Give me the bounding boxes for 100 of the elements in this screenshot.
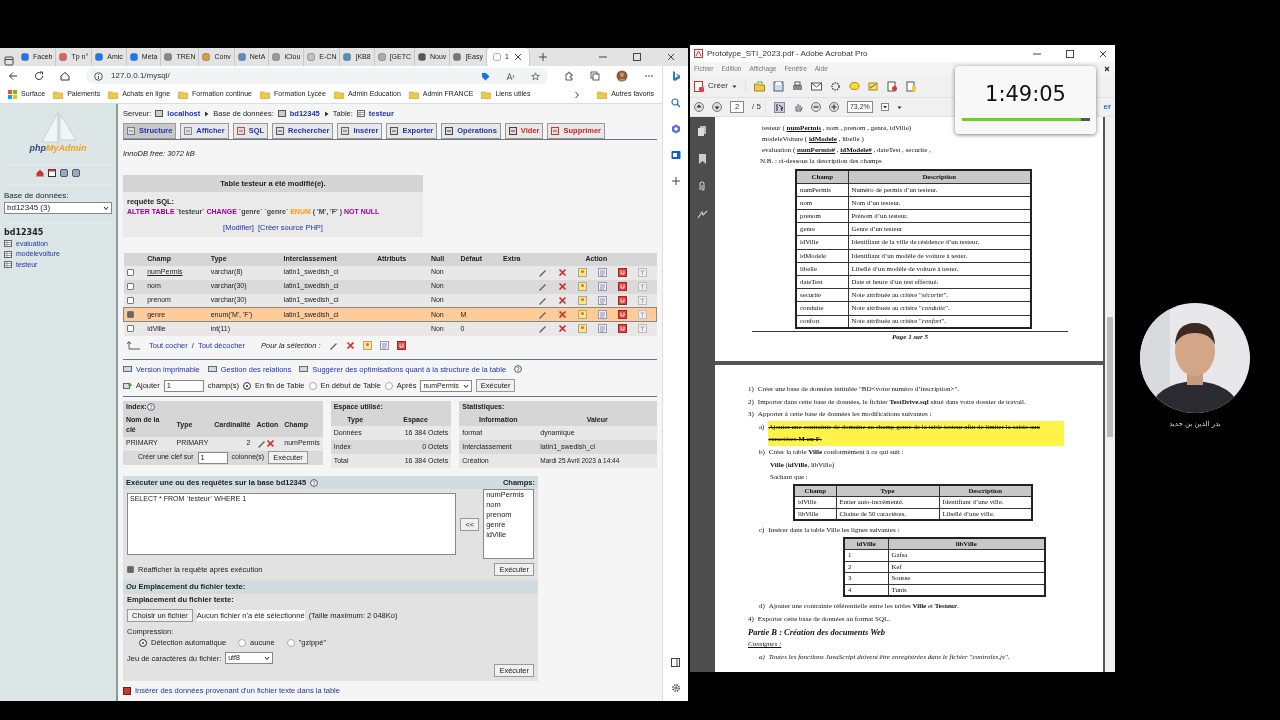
- radio-button[interactable]: [308, 381, 317, 390]
- add-column-icon[interactable]: [123, 381, 132, 390]
- radio-button[interactable]: [139, 638, 147, 647]
- page-up-icon[interactable]: [694, 102, 704, 112]
- zoom-in-icon[interactable]: [828, 102, 839, 112]
- index-icon[interactable]: [379, 340, 389, 350]
- table-icon[interactable]: [4, 240, 12, 248]
- key-icon[interactable]: [577, 281, 587, 291]
- paperclip-icon[interactable]: [697, 181, 708, 193]
- index-icon[interactable]: [597, 310, 607, 320]
- select-cursor-icon[interactable]: [773, 101, 785, 113]
- checkbox[interactable]: [126, 268, 134, 276]
- radio-button[interactable]: [243, 381, 252, 390]
- sign-button[interactable]: er: [1103, 101, 1111, 113]
- index-icon[interactable]: [597, 281, 607, 291]
- delete-icon[interactable]: [558, 281, 567, 291]
- home-icon[interactable]: [60, 71, 70, 81]
- save-icon[interactable]: [773, 80, 784, 92]
- new-tab-icon[interactable]: [537, 52, 548, 62]
- caret-icon[interactable]: [896, 104, 902, 110]
- unique-icon[interactable]: [617, 295, 627, 305]
- hand-icon[interactable]: [792, 102, 803, 112]
- pages-icon[interactable]: [697, 125, 708, 137]
- delete-icon[interactable]: [558, 310, 567, 320]
- home-icon[interactable]: [36, 168, 44, 177]
- close-icon[interactable]: [1103, 64, 1111, 73]
- checkbox[interactable]: [127, 311, 134, 319]
- comment-icon[interactable]: [849, 80, 860, 92]
- create-button[interactable]: Créer: [694, 80, 746, 92]
- database-name[interactable]: bd12345: [4, 221, 112, 239]
- hexagon-icon[interactable]: [670, 124, 681, 134]
- key-icon[interactable]: [362, 340, 372, 350]
- refresh-icon[interactable]: [34, 71, 44, 81]
- edit-icon[interactable]: [328, 340, 338, 350]
- unique-icon[interactable]: [617, 267, 627, 277]
- document-icon[interactable]: [906, 80, 917, 92]
- tag-icon[interactable]: [481, 71, 490, 81]
- close-icon[interactable]: [666, 52, 676, 62]
- table-icon[interactable]: [4, 250, 12, 258]
- gear-icon[interactable]: [830, 80, 841, 92]
- zoom-out-icon[interactable]: [810, 102, 821, 112]
- settings-icon[interactable]: [670, 682, 681, 693]
- bookmark-icon[interactable]: [697, 153, 708, 165]
- dropdown-icon[interactable]: [880, 103, 889, 111]
- delete-icon[interactable]: [558, 267, 567, 277]
- import-icon[interactable]: [123, 686, 131, 695]
- printer-icon[interactable]: [123, 365, 132, 374]
- table-icon[interactable]: [4, 261, 12, 269]
- delete-icon[interactable]: [265, 438, 275, 448]
- print-icon[interactable]: [792, 80, 803, 92]
- database-select[interactable]: bd12345 (3): [4, 201, 112, 214]
- scrollbar-thumb[interactable]: [1107, 317, 1113, 437]
- signature-icon[interactable]: [697, 209, 708, 221]
- star-icon[interactable]: [531, 71, 540, 81]
- plus-icon[interactable]: [670, 176, 681, 186]
- unique-icon[interactable]: [617, 324, 627, 334]
- radio-button[interactable]: [286, 638, 295, 647]
- collections-icon[interactable]: [590, 71, 600, 81]
- radio-button[interactable]: [238, 638, 247, 647]
- read-aloud-icon[interactable]: [506, 71, 515, 81]
- checkbox[interactable]: [126, 282, 134, 290]
- back-icon[interactable]: [8, 71, 18, 81]
- checkbox[interactable]: [126, 325, 134, 333]
- delete-icon[interactable]: [345, 340, 355, 350]
- pdf-icon[interactable]: [887, 80, 898, 92]
- sign-icon[interactable]: [868, 80, 879, 92]
- key-icon[interactable]: [577, 324, 587, 334]
- key-icon[interactable]: [577, 310, 587, 320]
- chart-icon[interactable]: [299, 365, 309, 374]
- chevron-icon[interactable]: [573, 90, 582, 99]
- index-icon[interactable]: [597, 267, 607, 277]
- unique-icon[interactable]: [617, 310, 627, 320]
- checkbox[interactable]: [126, 296, 134, 304]
- delete-icon[interactable]: [558, 324, 567, 334]
- avatar[interactable]: [616, 70, 628, 82]
- mail-icon[interactable]: [811, 80, 822, 92]
- relation-icon[interactable]: [207, 365, 217, 374]
- checkbox[interactable]: [127, 566, 134, 574]
- panel-icon[interactable]: [671, 657, 680, 667]
- unique-icon[interactable]: [396, 340, 406, 350]
- key-icon[interactable]: [577, 295, 587, 305]
- sql-icon[interactable]: [48, 168, 56, 177]
- index-icon[interactable]: [597, 324, 607, 334]
- close-icon[interactable]: [512, 52, 523, 62]
- maximize-icon[interactable]: [632, 52, 642, 62]
- radio-button[interactable]: [384, 381, 393, 390]
- unique-icon[interactable]: [617, 281, 627, 291]
- mail-icon[interactable]: [670, 150, 681, 160]
- tab-actions-icon[interactable]: [4, 56, 14, 66]
- close-icon[interactable]: [1098, 49, 1107, 58]
- delete-icon[interactable]: [558, 295, 567, 305]
- tab-icon: [390, 126, 399, 135]
- open-folder-icon[interactable]: [754, 80, 765, 92]
- address-bar[interactable]: 127.0.0.1/mysql/: [86, 68, 548, 84]
- puzzle-icon[interactable]: [564, 71, 574, 81]
- index-icon[interactable]: [597, 295, 607, 305]
- search-icon[interactable]: [670, 98, 681, 108]
- key-icon[interactable]: [577, 267, 587, 277]
- maximize-icon[interactable]: [1065, 49, 1074, 58]
- page-down-icon[interactable]: [712, 102, 722, 112]
